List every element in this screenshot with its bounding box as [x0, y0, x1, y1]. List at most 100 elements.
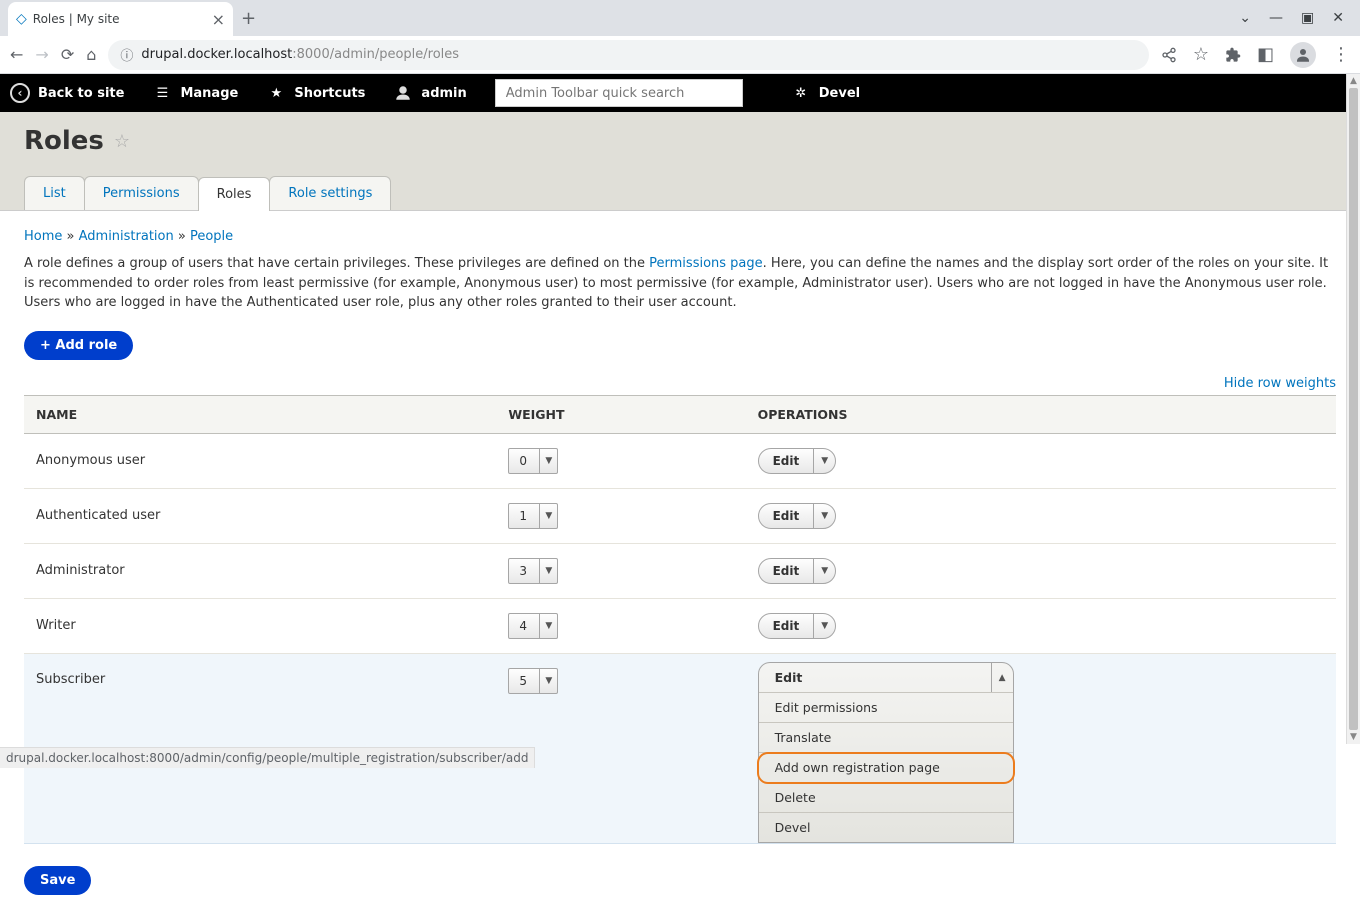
save-button[interactable]: Save: [24, 866, 91, 895]
edit-button[interactable]: Edit: [759, 559, 814, 583]
label: Back to site: [38, 86, 124, 101]
url-host: drupal.docker.localhost: [141, 47, 292, 62]
table-row: Authenticated user 1▼ Edit▼: [24, 488, 1336, 543]
dropdown-devel[interactable]: Devel: [759, 813, 1013, 842]
extensions-icon[interactable]: [1225, 47, 1241, 63]
chevron-down-icon: ▼: [539, 614, 557, 638]
table-row: Administrator 3▼ Edit▼: [24, 543, 1336, 598]
add-role-button[interactable]: Add role: [24, 331, 133, 360]
panel-icon[interactable]: ◧: [1257, 44, 1274, 65]
dropdown-delete[interactable]: Delete: [759, 783, 1013, 813]
devel-link[interactable]: ✲ Devel: [791, 83, 860, 103]
chevron-down-icon[interactable]: ⌄: [1239, 10, 1251, 26]
breadcrumb: Home » Administration » People: [24, 229, 1336, 244]
url-path: /admin/people/roles: [330, 47, 459, 62]
reload-icon[interactable]: ⟳: [61, 45, 74, 64]
forward-icon: →: [35, 45, 48, 64]
back-to-site-link[interactable]: ‹ Back to site: [10, 83, 124, 103]
favorite-icon[interactable]: ☆: [114, 131, 130, 152]
hamburger-icon: ☰: [152, 83, 172, 103]
new-tab-button[interactable]: +: [241, 8, 256, 29]
tab-bar: ◇ Roles | My site × + ⌄ — ▣ ✕: [0, 0, 1360, 36]
manage-link[interactable]: ☰ Manage: [152, 83, 238, 103]
weight-select[interactable]: 3▼: [508, 558, 558, 584]
edit-button[interactable]: Edit: [759, 504, 814, 528]
edit-dropbutton[interactable]: Edit▼: [758, 558, 837, 584]
chevron-down-icon[interactable]: ▼: [813, 449, 835, 473]
star-icon: ★: [266, 83, 286, 103]
col-operations: OPERATIONS: [746, 395, 1336, 433]
col-weight: WEIGHT: [496, 395, 745, 433]
scroll-up-icon[interactable]: ▲: [1347, 74, 1360, 88]
home-icon[interactable]: ⌂: [86, 45, 96, 64]
browser-chrome: ◇ Roles | My site × + ⌄ — ▣ ✕ ← → ⟳ ⌂ ⓘ …: [0, 0, 1360, 74]
scrollbar[interactable]: ▲ ▼: [1346, 74, 1360, 744]
chevron-down-icon[interactable]: ▼: [813, 614, 835, 638]
weight-select[interactable]: 4▼: [508, 613, 558, 639]
tab-permissions[interactable]: Permissions: [84, 176, 199, 210]
dropdown-edit-permissions[interactable]: Edit permissions: [759, 693, 1013, 723]
weight-select[interactable]: 5▼: [508, 668, 558, 694]
label: Manage: [180, 86, 238, 101]
edit-button[interactable]: Edit: [759, 614, 814, 638]
breadcrumb-admin[interactable]: Administration: [79, 229, 174, 244]
label: Devel: [819, 86, 860, 101]
close-window-icon[interactable]: ✕: [1332, 10, 1344, 26]
table-row: Writer 4▼ Edit▼: [24, 598, 1336, 653]
user-link[interactable]: admin: [393, 83, 466, 103]
url-bar[interactable]: ⓘ drupal.docker.localhost:8000/admin/peo…: [108, 40, 1148, 70]
role-name: Authenticated user: [24, 488, 496, 543]
role-name: Anonymous user: [24, 433, 496, 488]
scroll-down-icon[interactable]: ▼: [1347, 730, 1360, 744]
browser-tab[interactable]: ◇ Roles | My site ×: [8, 2, 233, 36]
roles-table: NAME WEIGHT OPERATIONS Anonymous user 0▼…: [24, 395, 1336, 844]
user-icon: [393, 83, 413, 103]
chevron-down-icon[interactable]: ▼: [813, 504, 835, 528]
chevron-down-icon: ▼: [539, 559, 557, 583]
dropdown-edit[interactable]: Edit: [759, 663, 1013, 693]
scrollbar-thumb[interactable]: [1349, 88, 1358, 730]
edit-dropbutton[interactable]: Edit▼: [758, 503, 837, 529]
avatar[interactable]: [1290, 42, 1316, 68]
bookmark-icon[interactable]: ☆: [1193, 44, 1209, 65]
admin-toolbar: ‹ Back to site ☰ Manage ★ Shortcuts admi…: [0, 74, 1360, 112]
edit-dropbutton[interactable]: Edit▼: [758, 613, 837, 639]
info-icon[interactable]: ⓘ: [120, 45, 133, 64]
weight-select[interactable]: 0▼: [508, 448, 558, 474]
tab-roles[interactable]: Roles: [198, 177, 271, 211]
tab-title: Roles | My site: [33, 12, 120, 26]
tab-list[interactable]: List: [24, 176, 85, 210]
dropdown-translate[interactable]: Translate: [759, 723, 1013, 753]
shortcuts-link[interactable]: ★ Shortcuts: [266, 83, 365, 103]
hide-row-weights-link[interactable]: Hide row weights: [1224, 376, 1336, 391]
edit-button[interactable]: Edit: [759, 449, 814, 473]
menu-icon[interactable]: ⋮: [1332, 44, 1350, 65]
chevron-down-icon: ▼: [539, 504, 557, 528]
edit-dropbutton-open: ▲ Edit Edit permissions Translate Add ow…: [758, 662, 1014, 843]
chevron-down-icon: ▼: [539, 669, 557, 693]
permissions-page-link[interactable]: Permissions page: [649, 256, 763, 271]
role-name: Writer: [24, 598, 496, 653]
edit-dropbutton[interactable]: Edit▼: [758, 448, 837, 474]
minimize-icon[interactable]: —: [1269, 10, 1283, 26]
close-icon[interactable]: ×: [212, 10, 225, 29]
chevron-down-icon[interactable]: ▼: [813, 559, 835, 583]
label: Shortcuts: [294, 86, 365, 101]
admin-search-input[interactable]: [495, 79, 743, 107]
share-icon[interactable]: [1161, 47, 1177, 63]
role-name: Administrator: [24, 543, 496, 598]
gear-icon: ✲: [791, 83, 811, 103]
tab-role-settings[interactable]: Role settings: [269, 176, 391, 210]
breadcrumb-home[interactable]: Home: [24, 229, 62, 244]
weight-select[interactable]: 1▼: [508, 503, 558, 529]
table-row: Anonymous user 0▼ Edit▼: [24, 433, 1336, 488]
back-icon[interactable]: ←: [10, 45, 23, 64]
content-region: Home » Administration » People A role de…: [0, 211, 1360, 913]
drupal-icon: ◇: [16, 11, 27, 27]
window-controls: ⌄ — ▣ ✕: [1239, 10, 1352, 26]
breadcrumb-people[interactable]: People: [190, 229, 233, 244]
tabs: List Permissions Roles Role settings: [24, 176, 1336, 210]
restore-icon[interactable]: ▣: [1301, 10, 1314, 26]
nav-bar: ← → ⟳ ⌂ ⓘ drupal.docker.localhost:8000/a…: [0, 36, 1360, 74]
page-header: Roles ☆ List Permissions Roles Role sett…: [0, 112, 1360, 211]
